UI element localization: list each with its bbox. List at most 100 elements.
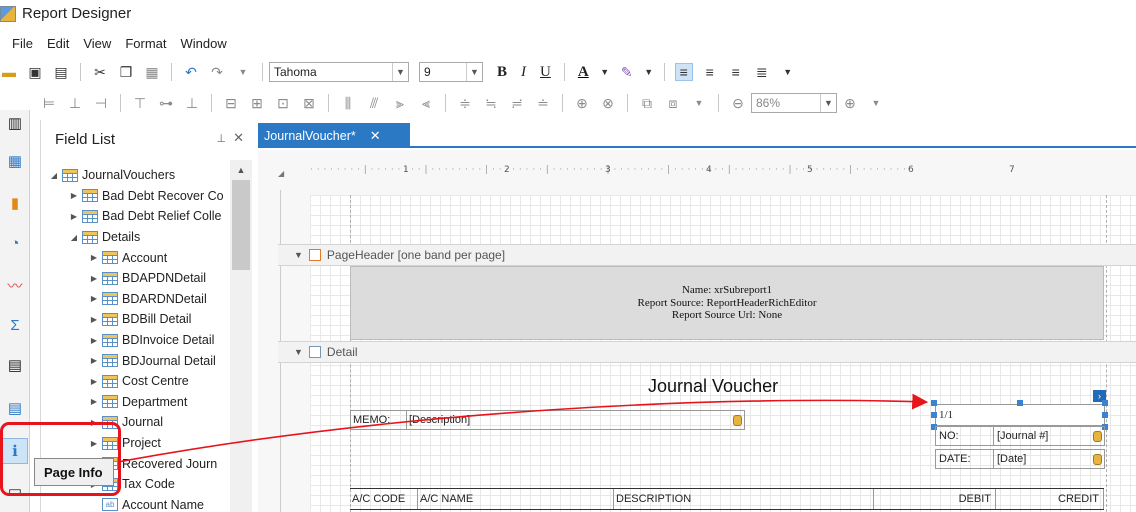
center-vertically-icon[interactable]: ⊗ <box>599 94 617 112</box>
zoom-out-icon[interactable]: ⊖ <box>729 94 747 112</box>
collapsed-icon[interactable]: ▶ <box>69 212 79 221</box>
v-spacing-decrease-icon[interactable]: ≓ <box>508 94 526 112</box>
font-color-button[interactable]: A <box>578 64 589 81</box>
redo-dropdown-icon[interactable]: ▼ <box>234 63 252 81</box>
scroll-thumb[interactable] <box>232 180 250 270</box>
align-right-icon[interactable]: ≡ <box>727 63 745 81</box>
tree-item[interactable]: ▶ Department <box>41 392 241 413</box>
undo-icon[interactable]: ↶ <box>182 63 200 81</box>
justify-icon[interactable]: ≣ <box>753 63 771 81</box>
bold-button[interactable]: B <box>497 64 507 81</box>
cut-icon[interactable]: ✂ <box>91 63 109 81</box>
h-spacing-remove-icon[interactable]: ⫷ <box>417 94 435 112</box>
zipcode-tool-icon[interactable]: ▦ <box>2 148 28 174</box>
collapsed-icon[interactable]: ▶ <box>69 191 79 200</box>
expanded-icon[interactable]: ◢ <box>49 171 59 180</box>
h-spacing-equal-icon[interactable]: ⫼ <box>339 94 357 112</box>
selection-handle[interactable] <box>1102 412 1108 418</box>
collapsed-icon[interactable]: ▶ <box>89 315 99 324</box>
align-middles-icon[interactable]: ⊶ <box>157 94 175 112</box>
save-all-icon[interactable]: ▤ <box>52 63 70 81</box>
chevron-down-icon[interactable]: ▼ <box>466 63 482 81</box>
collapsed-icon[interactable]: ▶ <box>89 294 99 303</box>
collapsed-icon[interactable]: ▶ <box>89 336 99 345</box>
tree-item[interactable]: ab Account Name <box>41 495 241 512</box>
collapsed-icon[interactable]: ▶ <box>89 274 99 283</box>
chevron-down-icon[interactable]: ▼ <box>392 63 408 81</box>
page-header-band[interactable]: ▼ PageHeader [one band per page] <box>278 244 1136 266</box>
v-spacing-equal-icon[interactable]: ≑ <box>456 94 474 112</box>
align-lefts-icon[interactable]: ⊨ <box>40 94 58 112</box>
subreport-control[interactable]: Name: xrSubreport1 Report Source: Report… <box>350 266 1104 340</box>
collapsed-icon[interactable]: ▶ <box>89 377 99 386</box>
table-of-contents-tool-icon[interactable]: ▤ <box>2 395 28 421</box>
bring-to-front-icon[interactable]: ⧉ <box>638 94 656 112</box>
back-color-icon[interactable]: ✎ <box>618 63 636 81</box>
italic-button[interactable]: I <box>521 64 526 81</box>
tree-item[interactable]: ▶ BDARDNDetail <box>41 289 241 310</box>
menu-view[interactable]: View <box>76 36 118 51</box>
chevron-down-icon[interactable]: ▼ <box>867 94 885 112</box>
align-left-icon[interactable]: ≡ <box>674 63 693 81</box>
tree-item[interactable]: ▶ Cost Centre <box>41 371 241 392</box>
tree-item[interactable]: ▶ BDJournal Detail <box>41 350 241 371</box>
sparkline-tool-icon[interactable]: 〰 <box>2 272 28 298</box>
selection-handle[interactable] <box>931 400 937 406</box>
report-title[interactable]: Journal Voucher <box>648 376 778 397</box>
expanded-icon[interactable]: ◢ <box>69 233 79 242</box>
date-row[interactable]: DATE: [Date] <box>935 449 1105 469</box>
redo-icon[interactable]: ↷ <box>208 63 226 81</box>
underline-button[interactable]: U <box>540 64 551 81</box>
save-icon[interactable]: ▣ <box>26 63 44 81</box>
menu-window[interactable]: Window <box>173 36 233 51</box>
align-tops-icon[interactable]: ⊤ <box>131 94 149 112</box>
chevron-down-icon[interactable]: ▼ <box>640 63 658 81</box>
tree-item[interactable]: ▶ BDAPDNDetail <box>41 268 241 289</box>
clipboard-tool-icon[interactable]: ▤ <box>2 352 28 378</box>
close-tab-icon[interactable]: ✕ <box>370 128 381 144</box>
zoom-combo[interactable]: 86% ▼ <box>751 93 837 113</box>
h-spacing-decrease-icon[interactable]: ⫸ <box>391 94 409 112</box>
tree-item[interactable]: ▶ Bad Debt Relief Colle <box>41 206 241 227</box>
chart-tool-icon[interactable]: ▮ <box>2 190 28 216</box>
align-bottoms-icon[interactable]: ⊥ <box>183 94 201 112</box>
size-to-grid-icon[interactable]: ⊠ <box>300 94 318 112</box>
page-info-control[interactable]: 1/1 <box>935 404 1105 426</box>
caret-down-icon[interactable]: ▼ <box>294 250 303 260</box>
tree-item[interactable]: ▶ Account <box>41 247 241 268</box>
selection-handle[interactable] <box>931 412 937 418</box>
v-spacing-increase-icon[interactable]: ≒ <box>482 94 500 112</box>
barcode-tool-icon[interactable]: ▥ <box>2 110 28 136</box>
same-height-icon[interactable]: ⊞ <box>248 94 266 112</box>
collapsed-icon[interactable]: ▶ <box>89 253 99 262</box>
tree-item[interactable]: ▶ BDInvoice Detail <box>41 330 241 351</box>
field-list-scrollbar[interactable]: ▲ <box>230 160 252 512</box>
menu-file[interactable]: File <box>0 36 40 51</box>
zoom-in-icon[interactable]: ⊕ <box>841 94 859 112</box>
copy-icon[interactable]: ❐ <box>117 63 135 81</box>
tree-item[interactable]: ◢ JournalVouchers <box>41 165 241 186</box>
tree-item[interactable]: ▶ BDBill Detail <box>41 309 241 330</box>
scroll-up-icon[interactable]: ▲ <box>230 160 252 180</box>
journal-no-row[interactable]: NO: [Journal #] <box>935 426 1105 446</box>
tree-item[interactable]: ▶ Bad Debt Recover Co <box>41 186 241 207</box>
selection-handle[interactable] <box>1017 400 1023 406</box>
chevron-down-icon[interactable]: ▼ <box>820 94 836 112</box>
menu-format[interactable]: Format <box>118 36 173 51</box>
pin-icon[interactable]: ⊥ <box>216 132 226 145</box>
same-size-icon[interactable]: ⊡ <box>274 94 292 112</box>
align-center-icon[interactable]: ≡ <box>701 63 719 81</box>
memo-row[interactable]: MEMO: [Description] <box>350 410 745 430</box>
paste-icon[interactable]: ▦ <box>143 63 161 81</box>
detail-band[interactable]: ▼ Detail <box>278 341 1136 363</box>
same-width-icon[interactable]: ⊟ <box>222 94 240 112</box>
gauge-tool-icon[interactable]: ◔ <box>2 230 28 256</box>
align-rights-icon[interactable]: ⊣ <box>92 94 110 112</box>
tree-item[interactable]: ◢ Details <box>41 227 241 248</box>
chevron-down-icon[interactable]: ▼ <box>779 63 797 81</box>
table-header-row[interactable]: A/C CODE A/C NAME DESCRIPTION DEBIT CRED… <box>350 488 1104 510</box>
v-spacing-remove-icon[interactable]: ≐ <box>534 94 552 112</box>
center-horizontally-icon[interactable]: ⊕ <box>573 94 591 112</box>
tab-journal-voucher[interactable]: JournalVoucher* ✕ <box>258 123 410 148</box>
align-centers-icon[interactable]: ⊥ <box>66 94 84 112</box>
